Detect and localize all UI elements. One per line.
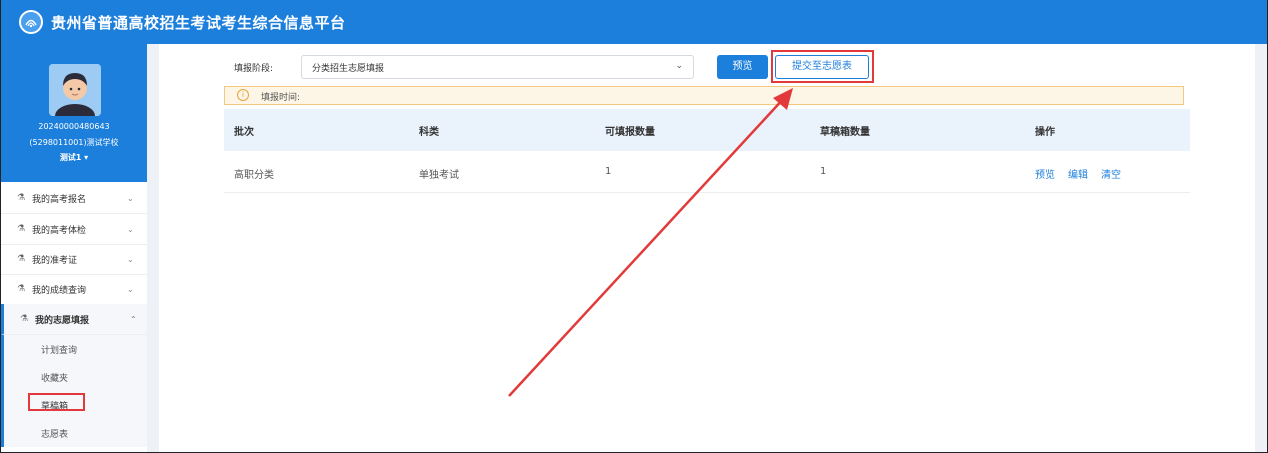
info-icon: i (237, 89, 249, 101)
chevron-down-icon: ⌄ (127, 254, 134, 264)
stage-label: 填报阶段: (234, 64, 274, 74)
notice-bar: i 填报时间: (224, 86, 1184, 105)
platform-logo-icon (19, 10, 43, 34)
user-id: 20240000480643 (38, 122, 110, 131)
cell-available: 1 (605, 166, 612, 177)
stage-select-value: 分类招生志愿填报 (312, 63, 385, 74)
drafts-highlight-box (28, 393, 85, 411)
cell-batch: 高职分类 (234, 170, 274, 181)
sidebar-item-admission-ticket[interactable]: ⚗ 我的准考证 ⌄ (1, 244, 147, 275)
table-row: 高职分类 单独考试 1 1 预览 编辑 清空 (224, 151, 1190, 193)
chevron-up-icon: ⌃ (130, 314, 137, 324)
column-header-actions: 操作 (1035, 127, 1055, 138)
column-header-category: 科类 (419, 127, 439, 138)
flask-icon: ⚗ (20, 314, 29, 324)
chevron-down-icon: ⌄ (127, 224, 134, 234)
user-school: (5298011001)测试学校 (29, 138, 119, 147)
column-header-batch: 批次 (234, 127, 254, 138)
stage-select[interactable]: 分类招生志愿填报 ⌄ (301, 55, 694, 79)
sidebar-item-physical-exam[interactable]: ⚗ 我的高考体检 ⌄ (1, 214, 147, 245)
avatar (49, 64, 101, 116)
main-panel (159, 44, 1255, 452)
user-name-dropdown[interactable]: 测试1 ▾ (1, 152, 147, 163)
table-header: 批次 科类 可填报数量 草稿箱数量 操作 (224, 109, 1190, 151)
sub-item-plan-query[interactable]: 计划查询 (1, 335, 147, 363)
profile-card: 20240000480643 (5298011001)测试学校 测试1 ▾ (1, 44, 147, 182)
sidebar: 20240000480643 (5298011001)测试学校 测试1 ▾ ⚗ … (1, 44, 147, 452)
flask-icon: ⚗ (17, 193, 26, 203)
submit-highlight-box (771, 50, 874, 83)
row-clear-link[interactable]: 清空 (1101, 166, 1121, 181)
notice-text: 填报时间: (261, 93, 301, 103)
flask-icon: ⚗ (17, 284, 26, 294)
chevron-down-icon: ⌄ (127, 284, 134, 294)
sidebar-item-application[interactable]: ⚗ 我的志愿填报 ⌃ (1, 304, 147, 335)
cell-category: 单独考试 (419, 170, 459, 181)
cell-draft: 1 (820, 166, 827, 177)
top-bar: 贵州省普通高校招生考试考生综合信息平台 (1, 0, 1267, 44)
chevron-down-icon: ⌄ (127, 193, 134, 203)
app-window: 贵州省普通高校招生考试考生综合信息平台 20240000480643 (5298… (0, 0, 1268, 453)
column-header-draft: 草稿箱数量 (820, 127, 870, 138)
column-header-available: 可填报数量 (605, 127, 655, 138)
sidebar-item-score-query[interactable]: ⚗ 我的成绩查询 ⌄ (1, 274, 147, 305)
flask-icon: ⚗ (17, 254, 26, 264)
row-preview-link[interactable]: 预览 (1035, 166, 1055, 181)
app-title: 贵州省普通高校招生考试考生综合信息平台 (51, 14, 346, 32)
sub-item-application-form[interactable]: 志愿表 (1, 419, 147, 447)
preview-button[interactable]: 预览 (717, 55, 768, 79)
sidebar-item-gaokao-registration[interactable]: ⚗ 我的高考报名 ⌄ (1, 183, 147, 214)
flask-icon: ⚗ (17, 224, 26, 234)
chevron-down-icon: ⌄ (675, 61, 683, 71)
sub-item-favorites[interactable]: 收藏夹 (1, 363, 147, 391)
row-edit-link[interactable]: 编辑 (1068, 166, 1088, 181)
